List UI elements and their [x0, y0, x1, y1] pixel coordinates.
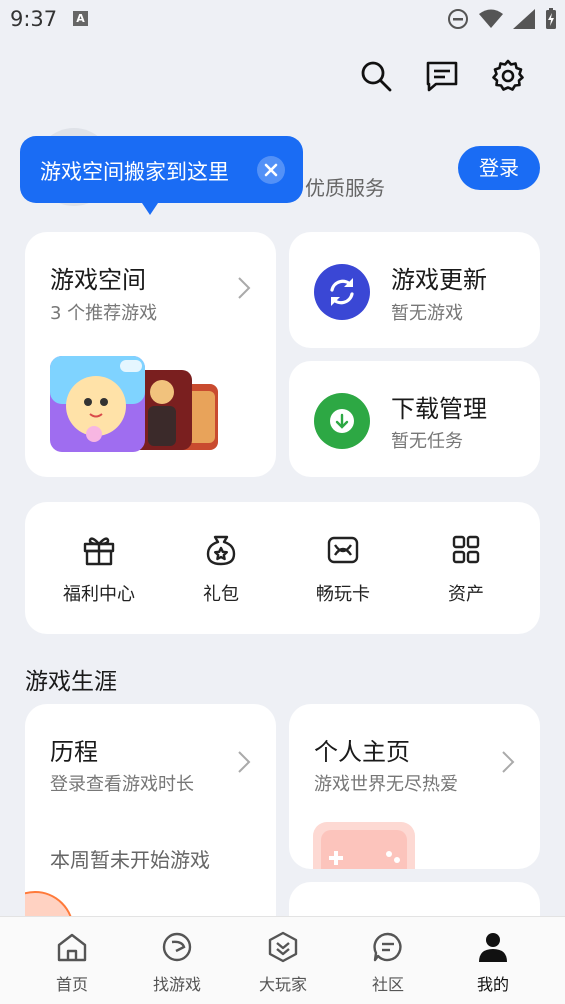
gift-bag-button[interactable]: 礼包 [176, 534, 266, 606]
game-update-subtitle: 暂无游戏 [391, 303, 463, 324]
chevron-right-icon [238, 751, 251, 773]
signal-icon [513, 9, 535, 29]
history-note: 本周暂未开始游戏 [50, 848, 210, 872]
history-card[interactable]: 历程 登录查看游戏时长 本周暂未开始游戏 [25, 704, 276, 944]
tooltip-arrow [140, 200, 160, 215]
welfare-center-button[interactable]: 福利中心 [54, 534, 144, 606]
refresh-icon [314, 264, 370, 320]
nav-home[interactable]: 首页 [32, 931, 112, 995]
home-icon [57, 933, 87, 962]
download-title: 下载管理 [391, 395, 487, 423]
profile-subtitle: 游戏世界无尽热爱 [314, 774, 458, 795]
me-icon [479, 933, 507, 962]
profile-title: 个人主页 [314, 738, 410, 766]
history-subtitle: 登录查看游戏时长 [50, 774, 194, 795]
gift-icon [83, 537, 115, 566]
nav-player[interactable]: 大玩家 [243, 931, 323, 995]
wifi-icon [479, 9, 503, 28]
game-space-title: 游戏空间 [50, 266, 146, 294]
grid-icon [452, 535, 480, 564]
bottom-nav: 首页 找游戏 大玩家 社区 我的 [0, 916, 565, 1004]
status-time: 9:37 [10, 7, 58, 31]
nav-find-game-label: 找游戏 [152, 975, 201, 994]
close-icon[interactable] [257, 156, 285, 184]
download-card[interactable]: 下载管理 暂无任务 [289, 361, 540, 477]
play-card-icon [327, 536, 359, 564]
gamepad-illustration [313, 822, 415, 869]
game-space-tooltip: 游戏空间搬家到这里 [20, 136, 303, 203]
download-subtitle: 暂无任务 [391, 431, 463, 452]
assets-label: 资产 [448, 584, 484, 605]
search-icon[interactable] [358, 58, 394, 94]
dnd-icon [448, 9, 468, 29]
nav-home-label: 首页 [55, 975, 88, 994]
chevron-right-icon [238, 277, 251, 299]
system-icons [447, 8, 557, 30]
find-game-icon [162, 932, 192, 962]
nav-me[interactable]: 我的 [453, 931, 533, 995]
player-icon [268, 931, 298, 963]
game-update-title: 游戏更新 [391, 266, 487, 294]
assets-button[interactable]: 资产 [421, 534, 511, 606]
nav-me-label: 我的 [476, 975, 509, 994]
login-subtitle: 优质服务 [305, 176, 385, 200]
message-icon[interactable] [424, 58, 460, 94]
gift-bag-label: 礼包 [203, 584, 239, 605]
gift-bag-icon [206, 535, 236, 566]
tooltip-text: 游戏空间搬家到这里 [40, 160, 229, 184]
history-title: 历程 [50, 738, 98, 766]
game-space-card[interactable]: 游戏空间 3 个推荐游戏 [25, 232, 276, 477]
status-bar: 9:37 A [0, 0, 565, 38]
play-card-label: 畅玩卡 [316, 584, 370, 605]
play-card-button[interactable]: 畅玩卡 [298, 534, 388, 606]
nav-find-game[interactable]: 找游戏 [137, 931, 217, 995]
download-icon [314, 393, 370, 449]
nav-community[interactable]: 社区 [348, 931, 428, 995]
welfare-center-label: 福利中心 [63, 584, 135, 605]
section-title-career: 游戏生涯 [25, 669, 117, 695]
settings-icon[interactable] [490, 58, 526, 94]
community-icon [373, 932, 402, 962]
chevron-right-icon [502, 751, 515, 773]
login-button[interactable]: 登录 [458, 146, 540, 190]
game-thumbnails [50, 356, 218, 452]
notification-badge: A [73, 11, 88, 26]
game-update-card[interactable]: 游戏更新 暂无游戏 [289, 232, 540, 348]
profile-card[interactable]: 个人主页 游戏世界无尽热爱 [289, 704, 540, 869]
battery-icon [546, 8, 556, 29]
nav-player-label: 大玩家 [258, 975, 307, 994]
nav-community-label: 社区 [371, 975, 404, 994]
game-space-subtitle: 3 个推荐游戏 [50, 303, 158, 324]
